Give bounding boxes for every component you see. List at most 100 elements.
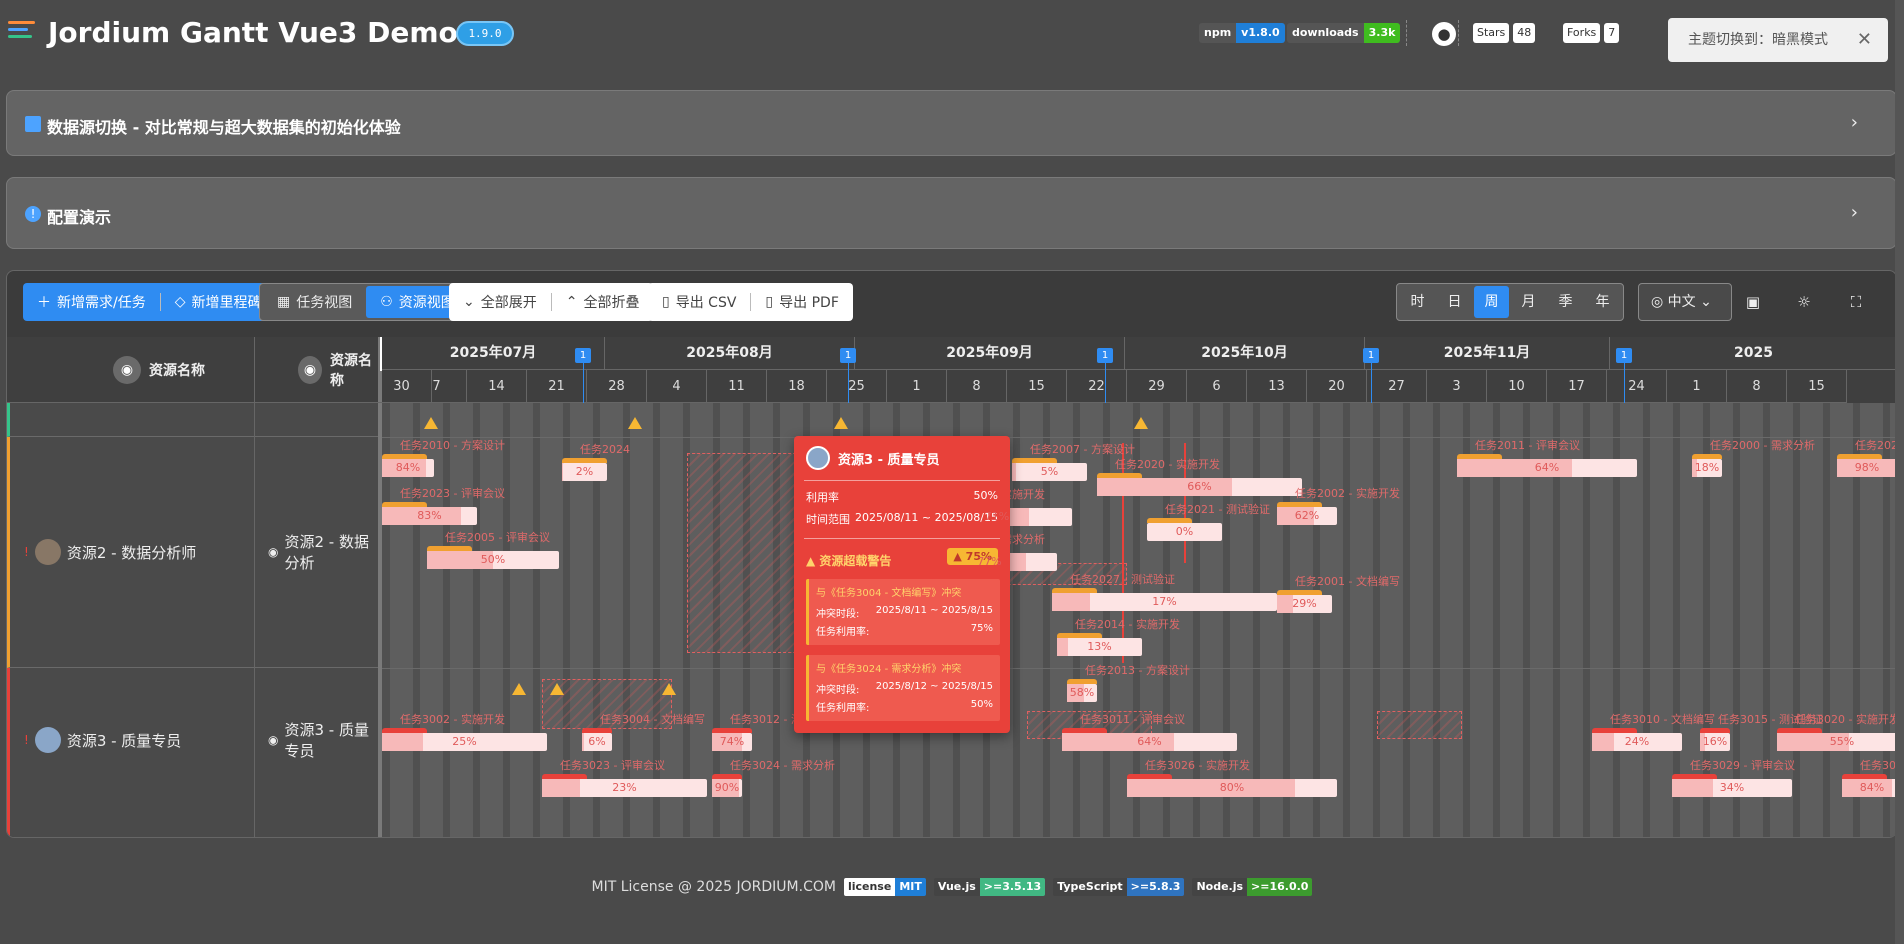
close-icon[interactable]: ✕ [1857,18,1872,62]
week-label: 21 [527,370,587,403]
column-header-resource[interactable]: ◉ 资源名称 [113,337,205,403]
expand-all-button[interactable]: ⌄ 全部展开 [449,283,551,321]
license-text: MIT License @ 2025 JORDIUM.COM [591,879,836,895]
page-scrollbar[interactable] [1895,0,1904,944]
add-task-button[interactable]: ＋新增需求/任务 [23,283,160,321]
task-bar[interactable]: 74% [712,728,752,751]
task-bar[interactable]: 66% [1097,473,1302,496]
task-bar[interactable]: 6% [582,728,612,751]
table-row[interactable]: ! 资源3 - 质量专员 ◉ 资源3 - 质量专员 [7,668,378,837]
table-row[interactable] [7,403,378,437]
task-label: 任务3026 - 实施开发 [1145,759,1250,772]
config-panel[interactable]: ! 配置演示 › [6,177,1897,249]
task-bar[interactable]: 84% [1842,774,1896,797]
theme-toast: 主题切换到：暗黑模式 ✕ [1668,18,1888,62]
task-bar[interactable]: 18% [1692,454,1722,477]
avatar [806,446,830,470]
progress-fill [1052,593,1091,611]
warning-icon[interactable] [834,417,848,429]
popover-title: 资源3 - 质量专员 [838,452,940,468]
week-label: 15 [1007,370,1067,403]
menu-icon[interactable] [8,21,35,43]
progress-fill [1592,733,1614,751]
export-pdf-button[interactable]: ▯ 导出 PDF [751,283,852,321]
task-bar[interactable]: 83% [382,502,477,525]
collapse-all-button[interactable]: ⌃ 全部折叠 [552,283,654,321]
alert-icon: ! [24,733,29,747]
week-label: 18 [767,370,827,403]
task-progress: 77% [977,555,1002,568]
task-bar[interactable]: 34% [1672,774,1792,797]
chevron-right-icon[interactable]: › [1851,202,1858,223]
task-bar[interactable]: 64% [1457,454,1637,477]
task-bar[interactable]: 2% [562,458,607,481]
column-header-resource-2[interactable]: ◉ 资源名称 [298,337,378,403]
baseline-flag[interactable]: 1 [840,348,856,363]
footer: MIT License @ 2025 JORDIUM.COM license MI… [0,872,1904,902]
scale-year[interactable]: 年 [1585,286,1620,318]
github-forks-button[interactable]: Forks 7 [1563,23,1620,43]
task-bar[interactable]: 90% [712,774,742,797]
task-bar[interactable]: 55% [1777,728,1896,751]
task-bar[interactable]: 62% [1277,502,1337,525]
warning-icon[interactable] [1134,417,1148,429]
progress-fill [542,779,580,797]
scale-quarter[interactable]: 季 [1548,286,1583,318]
task-bar[interactable]: 5% [1012,458,1087,481]
task-bar[interactable]: 29% [1277,590,1332,613]
week-label: 24 [1607,370,1667,403]
warning-icon[interactable] [512,683,526,695]
npm-badge[interactable]: npm v1.8.0 [1199,23,1285,43]
chevron-right-icon[interactable]: › [1851,112,1858,133]
app-header: Jordium Gantt Vue3 Demo 1.9.0 npm v1.8.0… [0,0,1904,70]
task-bar[interactable]: 64% [1062,728,1237,751]
week-label: 17 [1547,370,1607,403]
task-bar[interactable]: 24% [1592,728,1682,751]
task-bar[interactable]: 0% [1147,518,1222,541]
vue-badge[interactable]: Vue.js >=3.5.13 [933,878,1046,896]
github-stars-button[interactable]: Stars 48 [1473,23,1536,43]
calendar-icon[interactable]: ▣ [1744,293,1762,311]
task-progress: 80% [1219,781,1245,794]
baseline-flag[interactable]: 1 [1097,348,1113,363]
node-badge[interactable]: Node.js >=16.0.0 [1192,878,1313,896]
scale-day[interactable]: 日 [1437,286,1472,318]
datasource-panel[interactable]: 数据源切换 - 对比常规与超大数据集的初始化体验 › [6,90,1897,156]
task-bar[interactable]: 84% [382,454,434,477]
baseline-flag[interactable]: 1 [575,348,591,363]
task-bar[interactable]: 16% [1700,728,1730,751]
task-bar[interactable]: 58% [1067,679,1097,702]
task-bar[interactable]: 25% [382,728,547,751]
baseline-flag[interactable]: 1 [1363,348,1379,363]
fullscreen-icon[interactable]: ⛶ [1847,293,1865,311]
export-csv-button[interactable]: ▯ 导出 CSV [648,283,750,321]
task-bar[interactable]: 17% [1052,588,1277,611]
week-label: 14 [467,370,527,403]
license-badge[interactable]: license MIT [843,878,926,896]
task-bar[interactable]: 80% [1127,774,1337,797]
typescript-badge[interactable]: TypeScript >=5.8.3 [1053,878,1185,896]
task-label: 任务3004 - 文档编写 [600,713,705,726]
warning-icon[interactable] [550,683,564,695]
table-row[interactable]: ! 资源2 - 数据分析师 ◉ 资源2 - 数据分析 [7,437,378,668]
task-label: 任务3023 - 评审会议 [560,759,665,772]
task-progress: 84% [1859,781,1885,794]
expand-group: ⌄ 全部展开 ⌃ 全部折叠 [449,283,654,321]
downloads-badge[interactable]: downloads 3.3k [1287,23,1401,43]
warning-icon[interactable] [662,683,676,695]
task-bar[interactable]: 23% [542,774,707,797]
scale-week[interactable]: 周 [1474,286,1509,318]
baseline-flag[interactable]: 1 [1616,348,1632,363]
scale-month[interactable]: 月 [1511,286,1546,318]
task-bar[interactable]: 13% [1057,633,1142,656]
sun-icon[interactable]: ☼ [1795,293,1813,311]
warning-icon[interactable] [628,417,642,429]
scale-hour[interactable]: 时 [1400,286,1435,318]
task-bar[interactable]: 98% [1837,454,1896,477]
warning-icon[interactable] [424,417,438,429]
github-icon[interactable]: ● [1432,22,1456,46]
task-progress: 64% [1534,461,1560,474]
task-bar[interactable]: 50% [427,546,559,569]
language-select[interactable]: ◎ 中文 ⌄ [1638,283,1732,321]
task-view-button[interactable]: ▦ 任务视图 [263,286,366,318]
